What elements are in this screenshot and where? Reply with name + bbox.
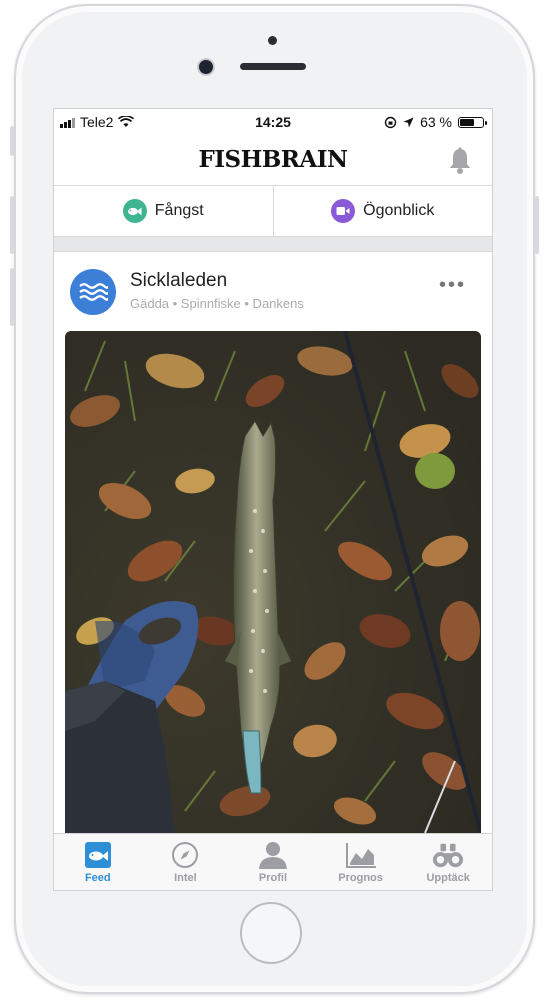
mute-switch (10, 126, 14, 156)
tab-intel[interactable]: Intel (142, 834, 230, 890)
volume-up-button (10, 196, 14, 254)
catch-button[interactable]: Fångst (54, 186, 273, 236)
location-icon (403, 117, 414, 127)
more-dots-icon[interactable]: ••• (439, 274, 466, 297)
bell-icon[interactable] (448, 147, 472, 175)
person-icon (257, 840, 289, 870)
home-button[interactable] (240, 902, 302, 964)
catch-photo[interactable] (65, 331, 481, 833)
tab-forecast-label: Prognos (338, 872, 383, 884)
binoculars-icon (432, 840, 464, 870)
tab-profile[interactable]: Profil (229, 834, 317, 890)
battery-icon (458, 116, 487, 128)
compass-icon (169, 840, 201, 870)
tab-feed-label: Feed (84, 872, 111, 884)
status-bar: Tele2 14:25 63 % (54, 109, 492, 135)
power-button (535, 196, 539, 254)
tab-discover-label: Upptäck (426, 872, 470, 884)
post-header: Sicklaleden Gädda • Spinnfiske • Dankens… (54, 252, 492, 330)
video-camera-icon (331, 199, 356, 223)
tab-intel-label: Intel (174, 872, 197, 884)
moment-button-label: Ögonblick (363, 202, 435, 219)
catch-button-label: Fångst (154, 202, 204, 219)
tab-bar: Feed Intel Profil Prognos Upptäck (54, 833, 492, 890)
proximity-sensor (268, 36, 277, 45)
volume-down-button (10, 268, 14, 326)
feed-icon (82, 840, 114, 870)
fish-icon (122, 199, 147, 223)
battery-percent: 63 % (420, 114, 452, 130)
post-subtitle: Gädda • Spinnfiske • Dankens (130, 296, 304, 311)
app-logo: FISHBRAIN (198, 146, 348, 173)
front-camera (199, 60, 213, 74)
post-title[interactable]: Sicklaleden (130, 270, 227, 292)
chart-icon (345, 840, 377, 870)
create-post-bar: Fångst Ögonblick (54, 186, 492, 237)
app-screen: Tele2 14:25 63 % FISHBRAIN Fångst Ögonbl… (53, 108, 493, 891)
navigation-bar: FISHBRAIN (54, 135, 492, 186)
section-divider (54, 237, 492, 252)
tab-discover[interactable]: Upptäck (404, 834, 492, 890)
earpiece-speaker (240, 63, 306, 70)
rotation-lock-icon (384, 116, 397, 128)
water-waves-icon[interactable] (70, 269, 116, 315)
tab-feed[interactable]: Feed (54, 834, 142, 890)
moment-button[interactable]: Ögonblick (272, 186, 493, 236)
tab-profile-label: Profil (258, 872, 288, 884)
tab-forecast[interactable]: Prognos (317, 834, 405, 890)
